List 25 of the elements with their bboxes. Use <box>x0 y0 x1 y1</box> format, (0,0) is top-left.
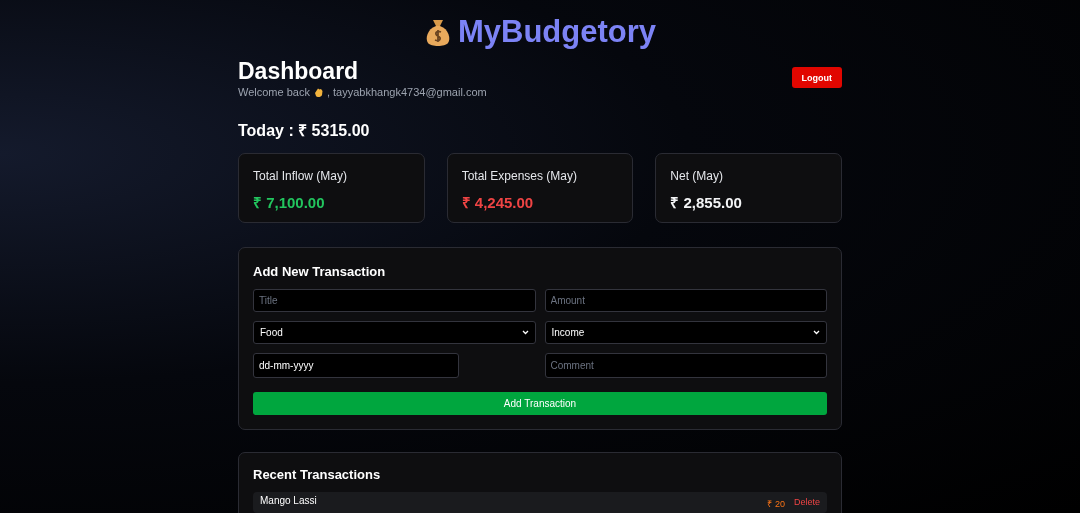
page-title: Dashboard <box>238 58 360 84</box>
delete-link[interactable]: Delete <box>794 497 820 510</box>
card-value: ₹ 7,100.00 <box>253 193 326 212</box>
chevron-down-icon <box>813 330 820 335</box>
transaction-title: Mango Lassi <box>260 495 317 506</box>
card-value: ₹ 4,245.00 <box>461 193 535 212</box>
type-select[interactable]: Income <box>544 321 827 344</box>
app-title: MyBudgetory <box>457 14 657 50</box>
card-value: ₹ 2,855.00 <box>670 193 743 212</box>
card-label: Net (May) <box>670 169 724 183</box>
welcome-text: Welcome back <box>238 86 310 98</box>
user-email: , tayyabkhangk4734@gmail.com <box>326 86 487 98</box>
title-field[interactable]: Title <box>253 289 536 312</box>
logout-button[interactable]: Logout <box>791 67 842 88</box>
today-total: Today : ₹ 5315.00 <box>238 121 371 141</box>
card-label: Total Inflow (May) <box>253 169 349 183</box>
category-select[interactable]: Food <box>253 321 536 344</box>
date-field[interactable]: dd-mm-yyyy <box>253 353 459 378</box>
form-title: Add New Transaction <box>253 264 387 279</box>
card-label: Total Expenses (May) <box>461 169 579 183</box>
chevron-down-icon <box>521 330 529 335</box>
amount-field[interactable]: Amount <box>544 289 827 312</box>
recent-title: Recent Transactions <box>253 467 382 482</box>
comment-field[interactable]: Comment <box>544 353 827 378</box>
transaction-amount: ₹ 20 <box>767 498 785 510</box>
